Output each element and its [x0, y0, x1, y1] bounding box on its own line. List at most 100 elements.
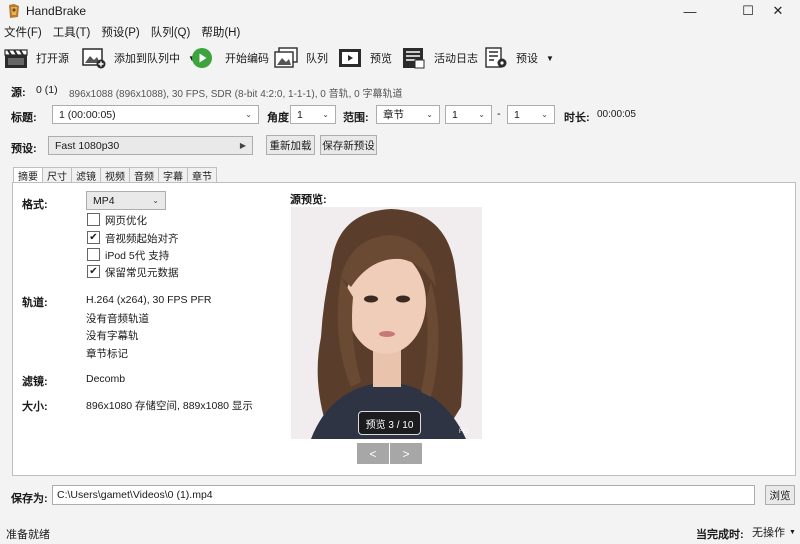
- activity-log-button[interactable]: 活动日志: [402, 46, 478, 70]
- range-type-value: 章节: [383, 109, 404, 121]
- range-end-value: 1: [514, 108, 520, 121]
- log-terminal-icon: [403, 48, 425, 69]
- menu-queue[interactable]: 队列(Q): [151, 24, 191, 40]
- ipod-support-checkbox[interactable]: [87, 248, 100, 261]
- range-type-select[interactable]: 章节 ⌄: [376, 105, 440, 124]
- tab-chapters[interactable]: 章节: [187, 167, 217, 183]
- menu-bar: 文件(F) 工具(T) 预设(P) 队列(Q) 帮助(H): [0, 22, 800, 41]
- web-optimized-checkbox[interactable]: [87, 213, 100, 226]
- title-select[interactable]: 1 (00:00:05) ⌄: [52, 105, 259, 124]
- align-av-start-checkbox[interactable]: ✔: [87, 231, 100, 244]
- chevron-down-icon: ⌄: [245, 110, 252, 119]
- close-button[interactable]: ✕: [756, 0, 800, 22]
- tracks-label: 轨道:: [22, 297, 48, 309]
- preview-button[interactable]: 预览: [338, 46, 392, 70]
- title-select-value: 1 (00:00:05): [59, 108, 116, 121]
- preset-settings-icon: [485, 47, 507, 68]
- tab-subtitles[interactable]: 字幕: [158, 167, 188, 183]
- open-source-button[interactable]: 打开源: [4, 46, 69, 70]
- add-to-queue-label: 添加到队列中: [114, 53, 180, 65]
- menu-presets[interactable]: 预设(P): [101, 24, 139, 40]
- when-done-select[interactable]: 无操作 ▼: [752, 524, 796, 540]
- format-select[interactable]: MP4 ⌄: [86, 191, 166, 210]
- preview-label: 预览: [370, 53, 392, 65]
- tab-audio[interactable]: 音频: [129, 167, 159, 183]
- filters-label: 滤镜:: [22, 376, 48, 388]
- tab-video[interactable]: 视频: [100, 167, 130, 183]
- range-start-select[interactable]: 1 ⌄: [445, 105, 492, 124]
- queue-label: 队列: [306, 53, 328, 65]
- minimize-button[interactable]: —: [668, 0, 712, 22]
- chevron-down-icon: ⌄: [541, 110, 548, 119]
- save-path-input[interactable]: C:\Users\gamet\Videos\0 (1).mp4: [52, 485, 755, 505]
- save-new-preset-button[interactable]: 保存新预设: [320, 135, 377, 155]
- chevron-down-icon[interactable]: ▼: [546, 54, 554, 63]
- menu-tools[interactable]: 工具(T): [53, 24, 91, 40]
- settings-tabs: 摘要 尺寸 滤镜 视频 音频 字幕 章节: [13, 167, 217, 183]
- angle-select[interactable]: 1 ⌄: [290, 105, 336, 124]
- presets-button[interactable]: 预设 ▼: [484, 46, 554, 70]
- next-preview-button[interactable]: >: [390, 443, 422, 464]
- chevron-right-icon: ▶: [239, 141, 246, 150]
- chevron-down-icon: ▼: [789, 528, 796, 536]
- size-value: 896x1080 存储空间, 889x1080 显示: [86, 400, 253, 412]
- audio-track-info: 没有音频轨道: [86, 313, 149, 325]
- range-separator: -: [497, 108, 501, 120]
- previous-preview-button[interactable]: <: [357, 443, 389, 464]
- source-name: 0 (1): [36, 84, 58, 96]
- preview-portrait-image: [291, 207, 482, 439]
- source-details: 896x1088 (896x1088), 30 FPS, SDR (8-bit …: [69, 89, 403, 100]
- checkmark-icon: ✔: [89, 266, 98, 277]
- status-bar: [0, 518, 800, 544]
- play-icon: [192, 48, 212, 68]
- save-as-label: 保存为:: [11, 493, 48, 505]
- tab-dimensions[interactable]: 尺寸: [42, 167, 72, 183]
- chapter-markers-info: 章节标记: [86, 348, 128, 360]
- film-play-icon: [339, 49, 361, 67]
- tab-filters[interactable]: 滤镜: [71, 167, 101, 183]
- passthru-metadata-checkbox[interactable]: ✔: [87, 265, 100, 278]
- queue-button[interactable]: 队列: [274, 46, 328, 70]
- reload-preset-button[interactable]: 重新加载: [266, 135, 315, 155]
- watermark: FEI: [459, 429, 469, 435]
- source-label: 源:: [11, 87, 26, 99]
- window-title: HandBrake: [26, 4, 87, 18]
- duration-label: 时长:: [564, 112, 590, 124]
- handbrake-logo-icon: [9, 4, 19, 18]
- range-end-select[interactable]: 1 ⌄: [507, 105, 555, 124]
- source-preview-label: 源预览:: [290, 194, 327, 206]
- angle-select-value: 1: [297, 108, 303, 121]
- passthru-metadata-label: 保留常见元数据: [105, 267, 179, 279]
- when-done-value: 无操作: [752, 527, 785, 539]
- preset-selector-value: Fast 1080p30: [55, 139, 120, 152]
- chevron-down-icon: ⌄: [322, 110, 329, 119]
- title-label: 标题:: [11, 112, 37, 124]
- chevron-down-icon: ⌄: [426, 110, 433, 119]
- align-av-start-label: 音视频起始对齐: [105, 233, 179, 245]
- angle-label: 角度: [267, 112, 289, 124]
- menu-file[interactable]: 文件(F): [4, 24, 42, 40]
- title-bar: HandBrake — ☐ ✕: [0, 0, 800, 22]
- subtitle-track-info: 没有字幕轨: [86, 330, 139, 342]
- film-clapper-icon: [4, 49, 28, 68]
- queue-stack-icon: [274, 47, 298, 68]
- presets-label: 预设: [516, 53, 538, 65]
- range-label: 范围:: [343, 112, 369, 124]
- add-to-queue-button[interactable]: 添加到队列中 ▼: [82, 46, 196, 70]
- chevron-down-icon: ⌄: [152, 196, 159, 205]
- size-label: 大小:: [22, 401, 48, 413]
- preview-counter: 预览 3 / 10: [358, 411, 421, 435]
- format-select-value: MP4: [93, 194, 115, 207]
- web-optimized-label: 网页优化: [105, 215, 147, 227]
- filters-value: Decomb: [86, 373, 126, 385]
- tab-summary[interactable]: 摘要: [13, 167, 43, 183]
- checkmark-icon: ✔: [89, 232, 98, 243]
- ipod-support-label: iPod 5代 支持: [105, 250, 170, 262]
- browse-button[interactable]: 浏览: [765, 485, 795, 505]
- preset-label: 预设:: [11, 143, 37, 155]
- add-image-icon: [82, 48, 106, 69]
- start-encode-button[interactable]: 开始编码: [191, 46, 269, 70]
- preset-selector[interactable]: Fast 1080p30 ▶: [48, 136, 253, 155]
- menu-help[interactable]: 帮助(H): [201, 24, 240, 40]
- status-text: 准备就绪: [6, 529, 50, 541]
